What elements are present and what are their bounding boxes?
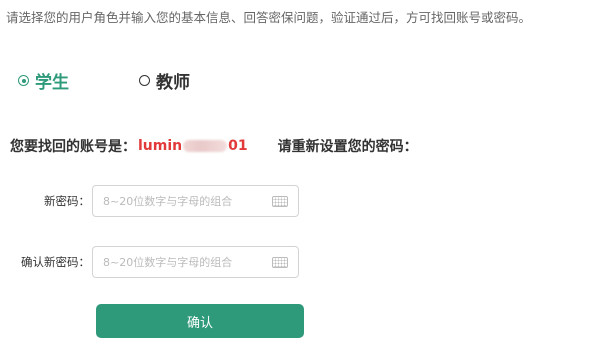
confirm-password-label: 确认新密码： — [21, 255, 90, 269]
account-redaction-mask — [183, 140, 228, 152]
account-value-suffix: 01 — [228, 138, 248, 154]
role-label-teacher: 教师 — [156, 73, 190, 93]
account-value: lumin 01 — [138, 138, 248, 154]
account-value-prefix: lumin — [138, 138, 183, 154]
confirm-button[interactable]: 确认 — [96, 304, 304, 338]
confirm-password-box[interactable] — [92, 246, 299, 278]
role-label-student: 学生 — [35, 73, 69, 93]
radio-unselected-icon[interactable] — [139, 75, 150, 86]
role-selector: 学生 教师 — [18, 68, 190, 93]
account-info: 您要找回的账号是： lumin 01 请重新设置您的密码： — [10, 136, 418, 156]
new-password-input[interactable] — [103, 194, 272, 208]
role-option-teacher[interactable]: 教师 — [139, 68, 190, 93]
instructions-text: 请选择您的用户角色并输入您的基本信息、回答密保问题，验证通过后，方可找回账号或密… — [6, 10, 532, 25]
new-password-label: 新密码： — [44, 194, 90, 208]
reset-prompt: 请重新设置您的密码： — [277, 139, 418, 155]
keyboard-icon[interactable] — [272, 195, 288, 207]
keyboard-icon[interactable] — [272, 256, 288, 268]
confirm-password-input[interactable] — [103, 255, 272, 269]
confirm-password-row: 确认新密码： — [0, 246, 299, 278]
role-option-student[interactable]: 学生 — [18, 68, 69, 93]
radio-selected-icon[interactable] — [18, 75, 29, 86]
password-reset-page: 请选择您的用户角色并输入您的基本信息、回答密保问题，验证通过后，方可找回账号或密… — [0, 0, 600, 351]
new-password-row: 新密码： — [0, 185, 299, 217]
account-label: 您要找回的账号是： — [10, 139, 136, 155]
new-password-box[interactable] — [92, 185, 299, 217]
